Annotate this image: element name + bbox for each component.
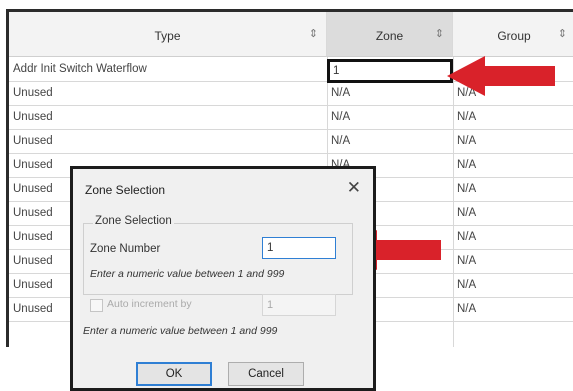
close-icon[interactable]: ✕: [347, 178, 361, 198]
group-cell[interactable]: N/A: [457, 250, 567, 273]
column-header-label: Type: [154, 29, 181, 43]
column-header-zone[interactable]: Zone ⇕: [327, 12, 453, 57]
sort-updown-icon[interactable]: ⇕: [558, 27, 567, 40]
cancel-button[interactable]: Cancel: [228, 362, 304, 386]
auto-increment-label: Auto increment by: [107, 298, 192, 310]
column-header-label: Zone: [375, 29, 404, 43]
group-cell[interactable]: N/A: [457, 298, 567, 321]
auto-increment-checkbox[interactable]: [90, 299, 103, 312]
table-row[interactable]: Unused N/A N/A: [9, 130, 573, 154]
group-cell[interactable]: N/A: [457, 154, 567, 177]
column-header-label: Group: [497, 29, 531, 43]
zone-cell[interactable]: N/A: [331, 82, 451, 105]
zone-selection-group: [83, 223, 353, 295]
sort-updown-icon[interactable]: ⇕: [435, 27, 444, 40]
zone-number-hint: Enter a numeric value between 1 and 999: [90, 268, 285, 280]
column-header-group[interactable]: Group ⇕: [453, 12, 573, 57]
annotation-arrow-zone-cell: [447, 56, 555, 96]
group-cell[interactable]: N/A: [457, 130, 567, 153]
table-row[interactable]: Unused N/A N/A: [9, 106, 573, 130]
dialog-title: Zone Selection: [85, 183, 166, 197]
type-cell[interactable]: Unused: [13, 106, 325, 129]
zone-number-input[interactable]: 1: [262, 237, 336, 259]
zone-number-label: Zone Number: [90, 243, 161, 255]
column-header-type[interactable]: Type ⇕: [9, 12, 327, 57]
zone-cell-editor[interactable]: 1: [327, 59, 453, 83]
type-cell[interactable]: Addr Init Switch Waterflow: [13, 58, 325, 81]
zone-cell[interactable]: N/A: [331, 130, 451, 153]
group-cell[interactable]: N/A: [457, 226, 567, 249]
group-cell[interactable]: N/A: [457, 106, 567, 129]
group-cell[interactable]: N/A: [457, 274, 567, 297]
ok-button[interactable]: OK: [136, 362, 212, 386]
zone-cell[interactable]: N/A: [331, 106, 451, 129]
column-divider: [453, 57, 454, 347]
type-cell[interactable]: Unused: [13, 130, 325, 153]
group-cell[interactable]: N/A: [457, 202, 567, 225]
type-cell[interactable]: Unused: [13, 82, 325, 105]
sort-updown-icon[interactable]: ⇕: [309, 27, 318, 40]
increment-hint: Enter a numeric value between 1 and 999: [83, 325, 278, 337]
group-legend: Zone Selection: [93, 215, 174, 227]
auto-increment-input[interactable]: 1: [262, 294, 336, 316]
zone-selection-dialog: Zone Selection ✕ Zone Selection Zone Num…: [70, 166, 376, 391]
group-cell[interactable]: N/A: [457, 178, 567, 201]
